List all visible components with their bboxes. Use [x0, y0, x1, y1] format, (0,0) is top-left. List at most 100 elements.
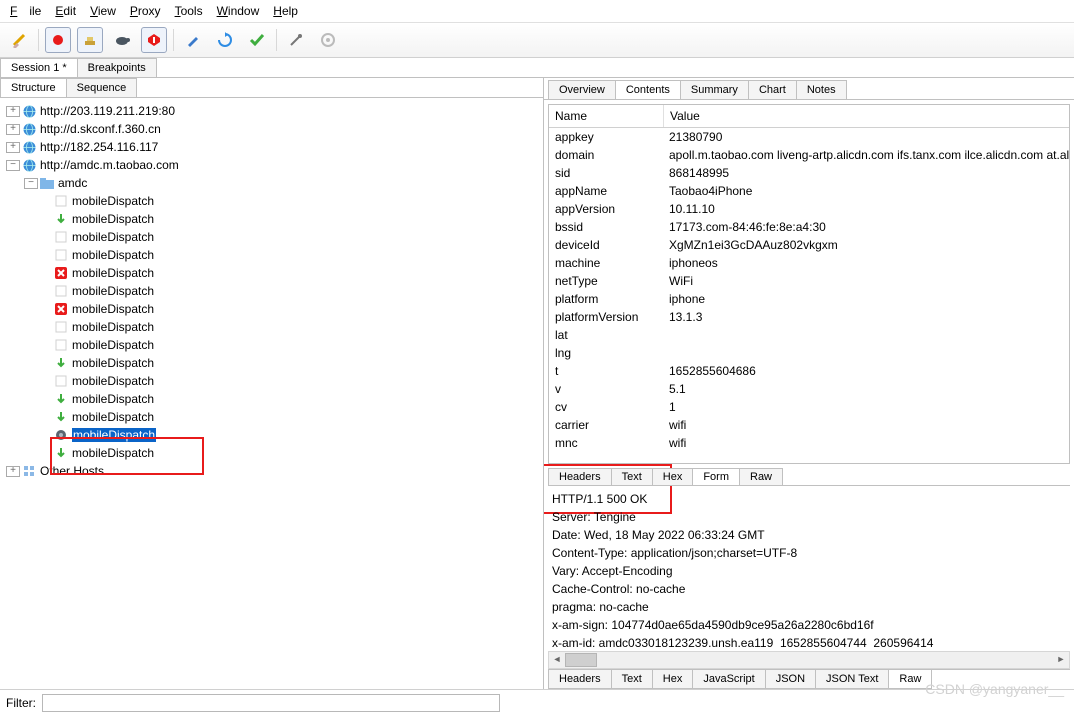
- tab-breakpoints[interactable]: Breakpoints: [77, 58, 157, 77]
- tab-resp-json[interactable]: JSON: [765, 670, 816, 689]
- response-line: x-am-id: amdc033018123239.unsh.ea119_165…: [548, 634, 1070, 647]
- tree-item[interactable]: mobileDispatch: [72, 446, 154, 460]
- tree-item[interactable]: mobileDispatch: [72, 302, 154, 316]
- tree-item[interactable]: mobileDispatch: [72, 230, 154, 244]
- table-row[interactable]: mncwifi: [549, 434, 1069, 452]
- blank-icon: [54, 320, 68, 334]
- tree-host[interactable]: http://182.254.116.117: [40, 140, 158, 154]
- tab-contents[interactable]: Contents: [615, 80, 681, 99]
- tab-sequence[interactable]: Sequence: [66, 78, 138, 97]
- tab-session[interactable]: Session 1 *: [0, 58, 78, 77]
- tree-item[interactable]: mobileDispatch: [72, 212, 154, 226]
- down-icon: [54, 410, 68, 424]
- menu-window[interactable]: Window: [211, 2, 266, 20]
- table-row[interactable]: lat: [549, 326, 1069, 344]
- scroll-right-icon[interactable]: ►: [1053, 652, 1069, 666]
- table-row[interactable]: appkey21380790: [549, 128, 1069, 146]
- blank-icon: [54, 284, 68, 298]
- tools-icon[interactable]: [283, 27, 309, 53]
- tab-resp-jsontext[interactable]: JSON Text: [815, 670, 889, 689]
- tree-folder[interactable]: amdc: [58, 176, 87, 190]
- tree-item[interactable]: mobileDispatch: [72, 284, 154, 298]
- table-row[interactable]: appNameTaobao4iPhone: [549, 182, 1069, 200]
- tree-item[interactable]: mobileDispatch: [72, 194, 154, 208]
- table-row[interactable]: lng: [549, 344, 1069, 362]
- table-row[interactable]: netTypeWiFi: [549, 272, 1069, 290]
- tree-other-hosts[interactable]: Other Hosts: [40, 464, 104, 478]
- down-icon: [54, 212, 68, 226]
- menu-edit[interactable]: Edit: [49, 2, 82, 20]
- request-table: NameValue appkey21380790domainapoll.m.ta…: [548, 104, 1070, 464]
- tree-item[interactable]: mobileDispatch: [72, 266, 154, 280]
- col-name[interactable]: Name: [549, 105, 664, 127]
- tree-item[interactable]: mobileDispatch: [72, 428, 156, 442]
- response-body[interactable]: HTTP/1.1 500 OKServer: TengineDate: Wed,…: [548, 490, 1070, 647]
- table-row[interactable]: sid868148995: [549, 164, 1069, 182]
- tab-req-text[interactable]: Text: [611, 468, 653, 485]
- table-row[interactable]: bssid17173.com-84:46:fe:8e:a4:30: [549, 218, 1069, 236]
- scroll-left-icon[interactable]: ◄: [549, 652, 565, 666]
- edit-icon[interactable]: [180, 27, 206, 53]
- tab-req-form[interactable]: Form: [692, 468, 740, 485]
- tree-item[interactable]: mobileDispatch: [72, 374, 154, 388]
- tree-item[interactable]: mobileDispatch: [72, 320, 154, 334]
- tree-item[interactable]: mobileDispatch: [72, 356, 154, 370]
- response-line: Date: Wed, 18 May 2022 06:33:24 GMT: [548, 526, 1070, 544]
- horizontal-scrollbar[interactable]: ◄ ►: [548, 651, 1070, 669]
- structure-tree[interactable]: +http://203.119.211.219:80+http://d.skco…: [0, 98, 543, 689]
- table-row[interactable]: carrierwifi: [549, 416, 1069, 434]
- tab-req-headers[interactable]: Headers: [548, 468, 612, 485]
- tree-item[interactable]: mobileDispatch: [72, 248, 154, 262]
- tree-item[interactable]: mobileDispatch: [72, 410, 154, 424]
- response-line: Vary: Accept-Encoding: [548, 562, 1070, 580]
- tab-req-raw[interactable]: Raw: [739, 468, 783, 485]
- folder-icon: [40, 176, 54, 190]
- wait-icon: [54, 428, 68, 442]
- tab-resp-hex[interactable]: Hex: [652, 670, 694, 689]
- tab-resp-headers[interactable]: Headers: [548, 670, 612, 689]
- table-row[interactable]: t1652855604686: [549, 362, 1069, 380]
- table-row[interactable]: platformiphone: [549, 290, 1069, 308]
- menu-proxy[interactable]: Proxy: [124, 2, 167, 20]
- refresh-icon[interactable]: [212, 27, 238, 53]
- table-row[interactable]: platformVersion13.1.3: [549, 308, 1069, 326]
- tab-overview[interactable]: Overview: [548, 80, 616, 99]
- down-icon: [54, 446, 68, 460]
- throttle-icon[interactable]: [77, 27, 103, 53]
- record-icon[interactable]: [45, 27, 71, 53]
- turtle-icon[interactable]: [109, 27, 135, 53]
- col-value[interactable]: Value: [664, 105, 1069, 127]
- filter-input[interactable]: [42, 694, 500, 712]
- menu-view[interactable]: View: [84, 2, 122, 20]
- tab-notes[interactable]: Notes: [796, 80, 847, 99]
- menu-tools[interactable]: Tools: [169, 2, 209, 20]
- menu-help[interactable]: Help: [267, 2, 304, 20]
- tab-resp-text[interactable]: Text: [611, 670, 653, 689]
- breakpoints-icon[interactable]: [141, 27, 167, 53]
- tree-item[interactable]: mobileDispatch: [72, 392, 154, 406]
- globe-icon: [22, 158, 36, 172]
- tab-summary[interactable]: Summary: [680, 80, 749, 99]
- table-row[interactable]: appVersion10.11.10: [549, 200, 1069, 218]
- broom-icon[interactable]: [6, 27, 32, 53]
- check-icon[interactable]: [244, 27, 270, 53]
- table-row[interactable]: cv1: [549, 398, 1069, 416]
- tree-host[interactable]: http://d.skconf.f.360.cn: [40, 122, 161, 136]
- tab-chart[interactable]: Chart: [748, 80, 797, 99]
- tab-resp-javascript[interactable]: JavaScript: [692, 670, 765, 689]
- table-row[interactable]: domainapoll.m.taobao.com liveng-artp.ali…: [549, 146, 1069, 164]
- tab-resp-raw[interactable]: Raw: [888, 670, 932, 689]
- table-row[interactable]: machineiphoneos: [549, 254, 1069, 272]
- settings-icon[interactable]: [315, 27, 341, 53]
- fail-icon: [54, 266, 68, 280]
- tree-host[interactable]: http://amdc.m.taobao.com: [40, 158, 179, 172]
- menu-file[interactable]: File: [4, 2, 47, 20]
- tree-item[interactable]: mobileDispatch: [72, 338, 154, 352]
- scroll-thumb[interactable]: [565, 653, 597, 667]
- tree-host[interactable]: http://203.119.211.219:80: [40, 104, 175, 118]
- table-row[interactable]: v5.1: [549, 380, 1069, 398]
- tab-req-hex[interactable]: Hex: [652, 468, 694, 485]
- left-panel: Structure Sequence +http://203.119.211.2…: [0, 78, 544, 689]
- table-row[interactable]: deviceIdXgMZn1ei3GcDAAuz802vkgxm: [549, 236, 1069, 254]
- tab-structure[interactable]: Structure: [0, 78, 67, 97]
